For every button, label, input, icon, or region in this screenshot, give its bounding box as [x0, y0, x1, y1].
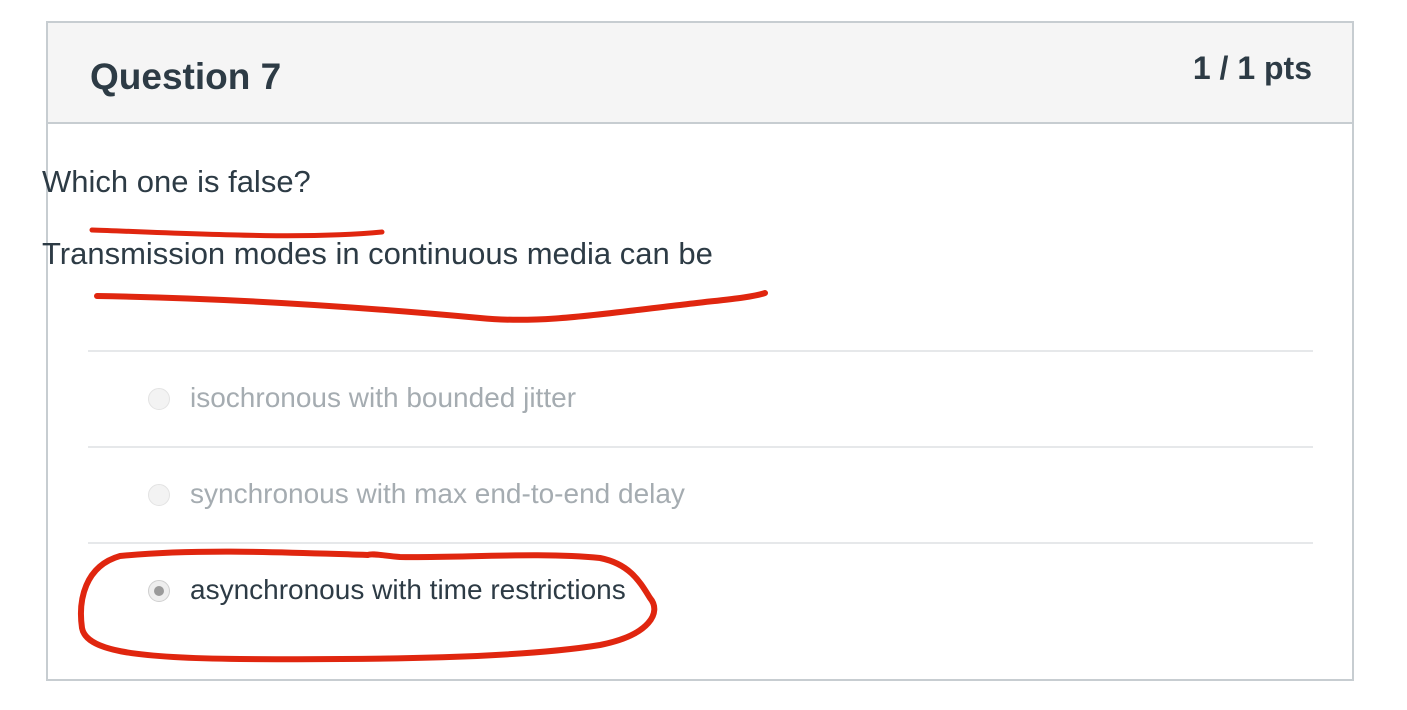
answer-option-3[interactable]: asynchronous with time restrictions [88, 542, 1313, 638]
question-text-line-2: Transmission modes in continuous media c… [42, 236, 713, 271]
question-title: Question 7 [90, 56, 282, 97]
answer-label: asynchronous with time restrictions [190, 574, 626, 605]
answer-list: isochronous with bounded jitter synchron… [88, 350, 1313, 638]
question-points: 1 / 1 pts [1192, 50, 1312, 86]
answer-option-2[interactable]: synchronous with max end-to-end delay [88, 446, 1313, 542]
answer-label: synchronous with max end-to-end delay [190, 478, 685, 509]
question-text-line-1: Which one is false? [42, 164, 311, 199]
answer-label: isochronous with bounded jitter [190, 382, 577, 413]
answer-option-1[interactable]: isochronous with bounded jitter [88, 350, 1313, 446]
question-header: Question 7 1 / 1 pts [48, 23, 1352, 124]
radio-button-icon[interactable] [148, 484, 170, 506]
radio-button-icon[interactable] [148, 388, 170, 410]
radio-button-selected-icon[interactable] [148, 580, 170, 602]
